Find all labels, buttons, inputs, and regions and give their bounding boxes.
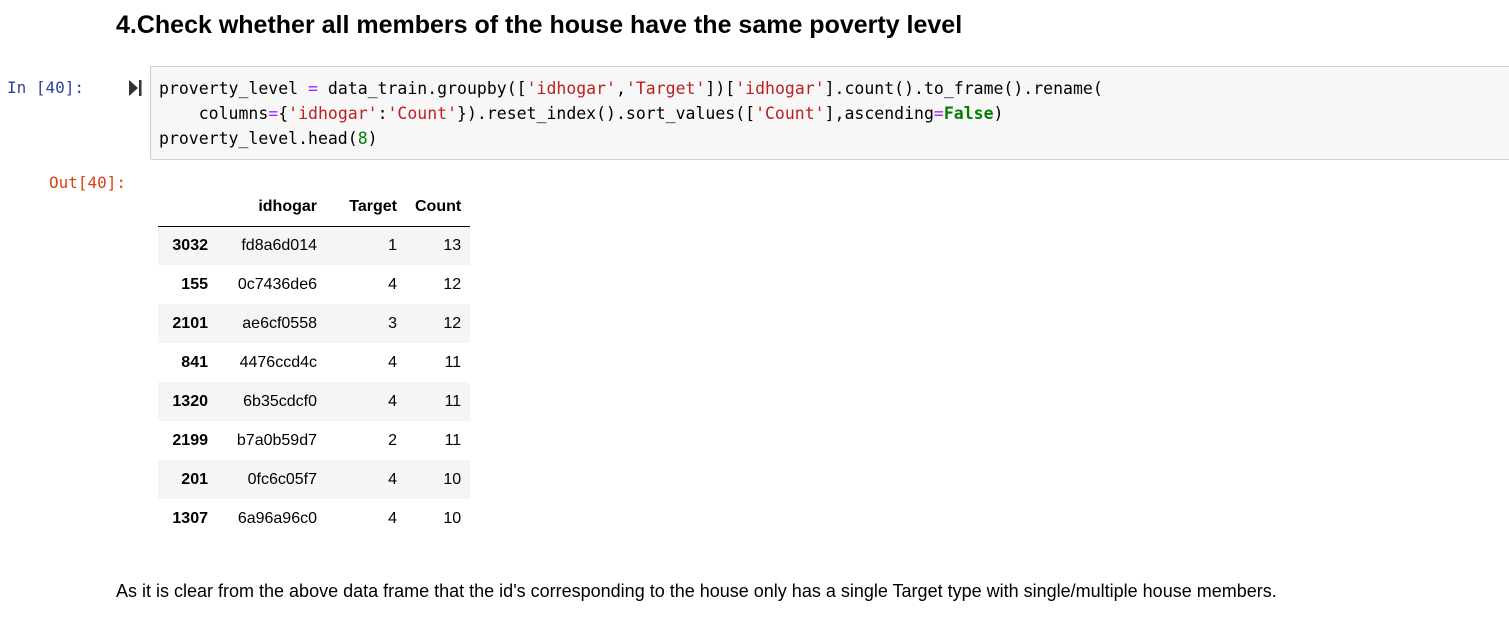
cell-count: 10 <box>443 509 462 527</box>
cell-count: 12 <box>443 314 462 332</box>
code-token: 'Count' <box>755 104 825 123</box>
cell-idhogar: 6b35cdcf0 <box>243 392 317 410</box>
code-token: = <box>308 79 318 98</box>
code-token: ],ascending <box>824 104 934 123</box>
cell-count: 13 <box>443 236 462 254</box>
code-token: proverty_level <box>159 79 309 98</box>
row-index: 1320 <box>172 392 208 410</box>
cell-idhogar: 0c7436de6 <box>237 275 317 293</box>
column-header-idhogar: idhogar <box>217 188 326 227</box>
code-token: 'Count' <box>387 104 458 123</box>
column-header-target: Target <box>326 188 406 227</box>
table-header-row: idhogar Target Count <box>158 188 471 227</box>
cell-target: 4 <box>388 392 397 410</box>
table-row: 201 0fc6c05f7 4 10 <box>158 460 471 499</box>
code-token: = <box>268 104 279 123</box>
cell-idhogar: ae6cf0558 <box>242 314 317 332</box>
table-row: 2199 b7a0b59d7 2 11 <box>158 421 470 460</box>
code-token: = <box>933 104 944 123</box>
code-token: 'idhogar' <box>526 79 616 98</box>
cell-idhogar: fd8a6d014 <box>241 236 317 254</box>
code-cell-input[interactable]: proverty_level = data_train.groupby(['id… <box>150 66 1509 160</box>
code-editor[interactable]: proverty_level = data_train.groupby(['id… <box>159 76 1103 151</box>
input-prompt: In [40]: <box>7 78 85 97</box>
run-cell-icon[interactable] <box>128 79 142 97</box>
code-token: { <box>278 104 289 123</box>
code-token: proverty_level.head( <box>159 129 358 148</box>
column-header-count: Count <box>406 188 471 227</box>
cell-count: 11 <box>444 392 462 410</box>
code-token: }).reset_index().sort_values([ <box>457 104 756 123</box>
code-token: data_train.groupby([ <box>317 79 527 98</box>
cell-target: 4 <box>388 470 397 488</box>
code-token: , <box>615 79 626 98</box>
cell-target: 3 <box>388 314 397 332</box>
row-index: 841 <box>181 353 208 371</box>
cell-idhogar: b7a0b59d7 <box>236 431 317 449</box>
code-token: 'idhogar' <box>288 104 378 123</box>
markdown-conclusion: As it is clear from the above data frame… <box>116 581 1277 601</box>
row-index: 201 <box>181 470 208 488</box>
row-index: 2101 <box>172 314 208 332</box>
cell-target: 2 <box>388 431 397 449</box>
row-index: 155 <box>181 275 208 293</box>
index-header <box>158 188 217 227</box>
table-row: 841 4476ccd4c 4 11 <box>158 343 470 382</box>
code-token: 'idhogar' <box>735 79 825 98</box>
cell-idhogar: 6a96a96c0 <box>237 509 317 527</box>
cell-count: 11 <box>444 431 462 449</box>
code-token: 8 <box>357 129 368 148</box>
cell-count: 10 <box>443 470 462 488</box>
dataframe-table: idhogar Target Count 3032 fd8a6d014 1 13… <box>158 188 471 538</box>
cell-idhogar: 0fc6c05f7 <box>247 470 317 488</box>
code-token: columns <box>159 104 269 123</box>
table-row: 1320 6b35cdcf0 4 11 <box>158 382 471 421</box>
cell-idhogar: 4476ccd4c <box>239 353 317 371</box>
table-row: 2101 ae6cf0558 3 12 <box>158 304 471 343</box>
table-row: 3032 fd8a6d014 1 13 <box>158 226 471 265</box>
cell-target: 4 <box>388 509 397 527</box>
code-line: columns={'idhogar':'Count'}).reset_index… <box>159 101 1103 126</box>
code-token: False <box>943 104 994 123</box>
cell-target: 1 <box>388 236 397 254</box>
code-token: ])[ <box>705 79 736 98</box>
table-row: 1307 6a96a96c0 4 10 <box>158 499 470 538</box>
code-line: proverty_level.head(8) <box>159 126 1103 151</box>
code-token: ) <box>993 104 1004 123</box>
cell-target: 4 <box>388 275 397 293</box>
code-token: : <box>377 104 388 123</box>
cell-count: 12 <box>443 275 462 293</box>
code-token: 'Target' <box>625 79 706 98</box>
output-prompt: Out[40]: <box>49 173 127 192</box>
code-line: proverty_level = data_train.groupby(['id… <box>159 76 1103 101</box>
markdown-heading: 4.Check whether all members of the house… <box>116 11 963 39</box>
row-index: 3032 <box>172 236 208 254</box>
cell-count: 11 <box>444 353 462 371</box>
code-token: ) <box>367 129 378 148</box>
code-token: ].count().to_frame().rename( <box>824 79 1103 98</box>
cell-target: 4 <box>388 353 397 371</box>
row-index: 1307 <box>172 509 208 527</box>
table-row: 155 0c7436de6 4 12 <box>158 265 470 304</box>
row-index: 2199 <box>172 431 208 449</box>
